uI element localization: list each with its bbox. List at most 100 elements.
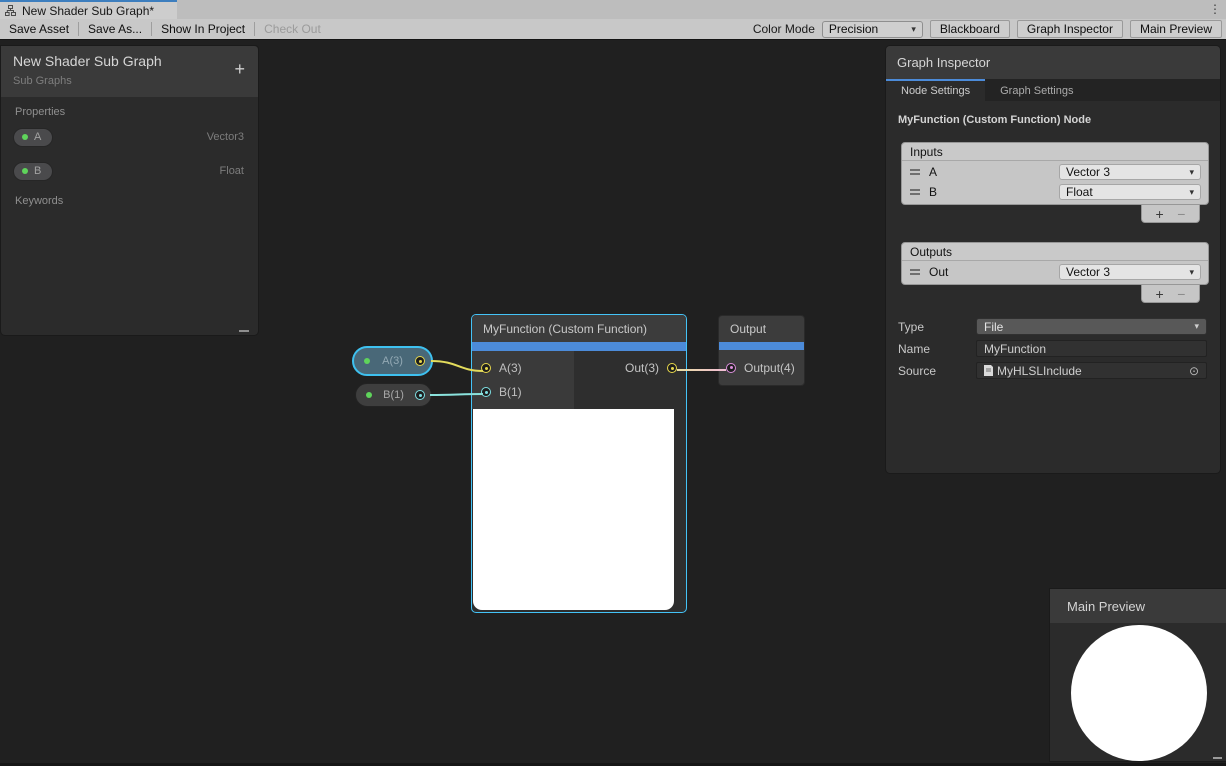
input-port-b[interactable] [481, 387, 491, 397]
outputs-list: Outputs Out Vector 3 [901, 242, 1209, 285]
property-type: Vector3 [207, 131, 244, 143]
main-preview-toggle-button[interactable]: Main Preview [1130, 20, 1222, 38]
node-port-area: A(3) B(1) Out(3) [472, 351, 686, 409]
add-input-button[interactable]: + [1156, 207, 1164, 221]
object-picker-icon[interactable]: ⊙ [1189, 365, 1199, 377]
input-type-value: Float [1066, 185, 1093, 199]
input-port-b-label: B(1) [499, 385, 522, 399]
properties-section-label: Properties [1, 97, 258, 118]
input-type-dropdown[interactable]: Float [1059, 184, 1201, 200]
input-name: A [929, 165, 937, 179]
inspected-node-title: MyFunction (Custom Function) Node [886, 101, 1220, 126]
source-value: MyHLSLInclude [997, 364, 1082, 378]
graph-inspector-panel: Graph Inspector Node Settings Graph Sett… [885, 45, 1221, 474]
node-title: Output [719, 316, 804, 342]
outputs-list-header: Outputs [902, 243, 1208, 261]
output-port-out-label: Out(3) [625, 361, 659, 375]
output-node[interactable]: Output Output(4) [718, 315, 805, 386]
exposed-property-dot-icon [364, 358, 370, 364]
main-preview-resize-handle[interactable] [1213, 757, 1222, 759]
custom-function-node[interactable]: MyFunction (Custom Function) A(3) B(1) O… [471, 314, 687, 613]
blackboard-title: New Shader Sub Graph [13, 53, 246, 69]
color-mode-label: Color Mode [753, 22, 815, 36]
source-label: Source [898, 364, 976, 378]
source-object-field[interactable]: MyHLSLInclude ⊙ [976, 362, 1207, 379]
drag-handle-icon[interactable] [910, 169, 920, 175]
tab-title: New Shader Sub Graph* [22, 4, 154, 18]
preview-sphere [1071, 625, 1207, 761]
outputs-list-row: Out Vector 3 [902, 262, 1208, 282]
window-tab-bar: New Shader Sub Graph* ⋮ [0, 0, 1226, 19]
output-type-dropdown[interactable]: Vector 3 [1059, 264, 1201, 280]
exposed-property-dot-icon [366, 392, 372, 398]
node-input-column: A(3) B(1) [472, 351, 574, 409]
save-as-button[interactable]: Save As... [79, 19, 151, 39]
blackboard-resize-handle[interactable] [239, 330, 249, 332]
remove-output-button[interactable]: − [1177, 287, 1185, 301]
color-mode-value: Precision [829, 22, 878, 36]
property-node-label: B(1) [380, 389, 407, 401]
blackboard-toggle-button[interactable]: Blackboard [930, 20, 1010, 38]
tab-graph-settings[interactable]: Graph Settings [985, 79, 1088, 101]
add-output-button[interactable]: + [1156, 287, 1164, 301]
outputs-list-footer: + − [886, 285, 1220, 303]
remove-input-button[interactable]: − [1177, 207, 1185, 221]
input-type-value: Vector 3 [1066, 165, 1110, 179]
shader-graph-icon [5, 5, 17, 17]
name-value: MyFunction [984, 342, 1046, 356]
inputs-list: Inputs A Vector 3 B Float [901, 142, 1209, 205]
property-node-b[interactable]: B(1) [355, 383, 432, 407]
name-input[interactable]: MyFunction [976, 340, 1207, 357]
add-property-button[interactable]: + [234, 60, 245, 78]
input-type-dropdown[interactable]: Vector 3 [1059, 164, 1201, 180]
blackboard-property-row: A Vector3 [1, 122, 258, 152]
window-menu-kebab-icon[interactable]: ⋮ [1209, 1, 1221, 18]
blackboard-property-row: B Float [1, 156, 258, 186]
blackboard-property-a[interactable]: A [13, 128, 53, 147]
inputs-list-footer: + − [886, 205, 1220, 223]
main-preview-body[interactable] [1050, 623, 1226, 761]
outputs-list-footer-box: + − [1141, 285, 1200, 303]
output-name: Out [929, 265, 948, 279]
shader-graph-toolbar: Save Asset Save As... Show In Project Ch… [0, 19, 1226, 40]
graph-inspector-toggle-button[interactable]: Graph Inspector [1017, 20, 1123, 38]
toolbar-right-group: Color Mode Precision Blackboard Graph In… [753, 20, 1226, 38]
property-node-a[interactable]: A(3) [352, 346, 433, 376]
type-field-row: Type File [898, 318, 1207, 335]
main-preview-header: Main Preview [1050, 589, 1226, 623]
property-a-output-port[interactable] [415, 356, 425, 366]
exposed-property-dot-icon [22, 134, 28, 140]
property-b-output-port[interactable] [415, 390, 425, 400]
blackboard-property-b[interactable]: B [13, 162, 53, 181]
property-name: B [34, 165, 41, 177]
save-asset-button[interactable]: Save Asset [0, 19, 78, 39]
output-port-out[interactable] [667, 363, 677, 373]
blackboard-panel: New Shader Sub Graph Sub Graphs + Proper… [0, 45, 259, 336]
output-node-port-label: Output(4) [744, 361, 795, 375]
check-out-button: Check Out [255, 19, 330, 39]
output-type-value: Vector 3 [1066, 265, 1110, 279]
type-dropdown[interactable]: File [976, 318, 1207, 335]
drag-handle-icon[interactable] [910, 189, 920, 195]
keywords-section-label: Keywords [1, 186, 258, 207]
input-port-a-label: A(3) [499, 361, 522, 375]
output-node-input-port[interactable] [726, 363, 736, 373]
type-label: Type [898, 320, 976, 334]
show-in-project-button[interactable]: Show In Project [152, 19, 254, 39]
output-node-port-row: Output(4) [719, 350, 804, 385]
outputs-list-rows: Out Vector 3 [902, 261, 1208, 284]
tab-new-shader-sub-graph[interactable]: New Shader Sub Graph* [0, 0, 177, 19]
node-preview [473, 409, 674, 610]
unity-shader-graph-window: { "colors": { "accent_blue": "#4C8BD9", … [0, 0, 1226, 766]
property-name: A [34, 131, 41, 143]
input-port-a[interactable] [481, 363, 491, 373]
property-type: Float [220, 165, 244, 177]
output-row-out: Out(3) [625, 356, 677, 380]
inputs-list-footer-box: + − [1141, 205, 1200, 223]
drag-handle-icon[interactable] [910, 269, 920, 275]
tab-node-settings[interactable]: Node Settings [886, 79, 985, 101]
color-mode-dropdown[interactable]: Precision [822, 21, 923, 38]
node-precision-bar [472, 342, 686, 351]
inputs-list-row: B Float [902, 182, 1208, 202]
inputs-list-header: Inputs [902, 143, 1208, 161]
